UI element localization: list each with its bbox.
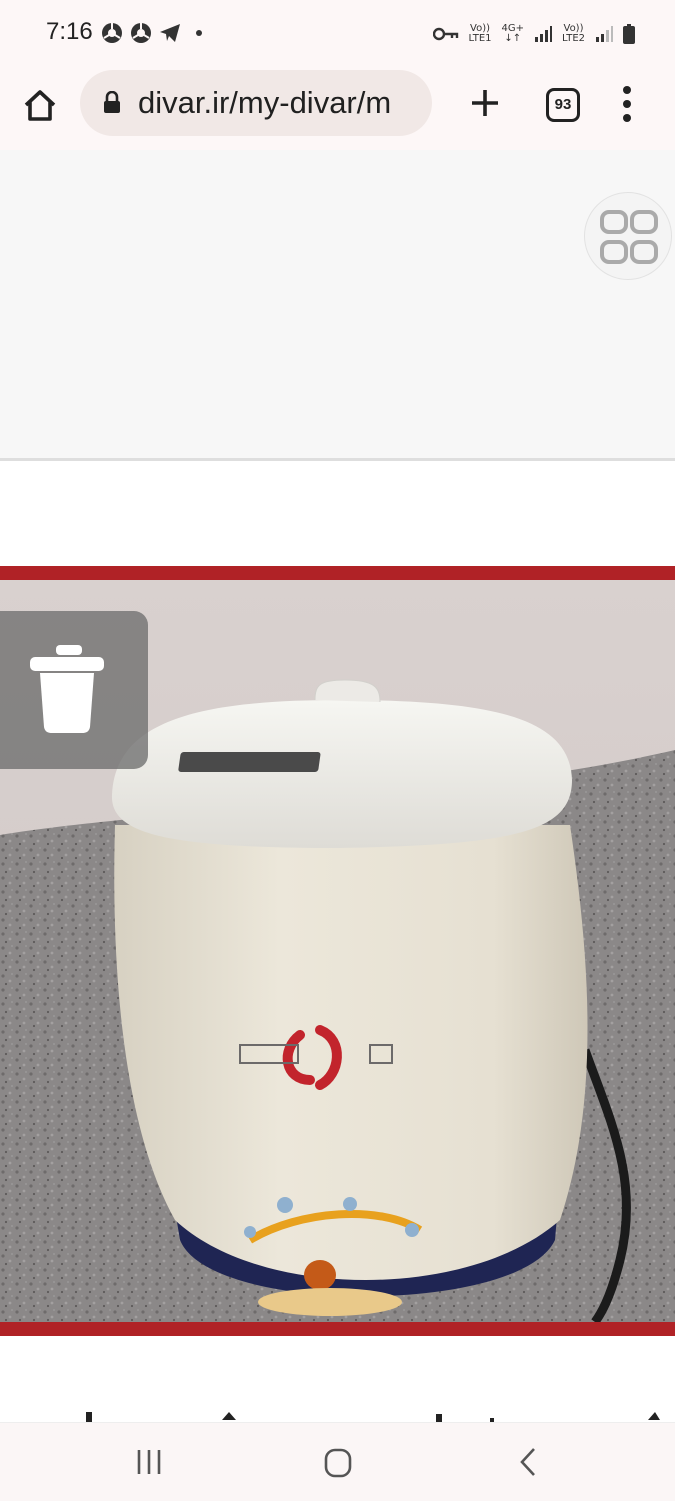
plus-icon[interactable] xyxy=(464,82,506,124)
status-indicators: Vo)) LTE1 4G+ ↓↑ Vo)) LTE2 xyxy=(432,20,635,48)
status-time: 7:16 xyxy=(46,18,93,45)
battery-icon xyxy=(623,24,635,44)
net2-bottom: LTE2 xyxy=(562,33,585,44)
grid-icon xyxy=(600,210,658,264)
browser-toolbar: divar.ir/my-divar/m 93 xyxy=(0,68,675,152)
home-circle-icon[interactable] xyxy=(320,1445,356,1481)
url-text: divar.ir/my-divar/m xyxy=(138,85,392,120)
telegram-icon xyxy=(160,24,180,42)
lock-icon xyxy=(104,91,120,113)
vpn-key-icon xyxy=(432,27,458,41)
cropped-text-row xyxy=(0,1400,675,1422)
network-type: 4G+ ↓↑ xyxy=(502,24,525,44)
grid-menu-button[interactable] xyxy=(584,192,672,280)
recent-apps-icon[interactable] xyxy=(132,1445,166,1479)
cropped-text-glyphs xyxy=(86,1412,660,1422)
trash-icon xyxy=(30,645,104,733)
home-icon[interactable] xyxy=(18,84,62,128)
more-vert-icon[interactable] xyxy=(612,82,642,126)
tab-switcher-button[interactable]: 93 xyxy=(546,88,580,122)
network-lte1: Vo)) LTE1 xyxy=(469,24,492,44)
ad-banner-placeholder xyxy=(0,150,675,461)
signal-icon xyxy=(596,26,613,42)
chrome-icon xyxy=(102,23,122,43)
status-bar: 7:16 Vo)) LTE1 4G+ ↓↑ Vo)) LTE2 xyxy=(0,0,675,68)
network-lte2: Vo)) LTE2 xyxy=(562,24,585,44)
net-type-bottom: ↓↑ xyxy=(504,33,522,44)
chrome-icon xyxy=(131,23,151,43)
system-nav-bar xyxy=(0,1422,675,1501)
net1-bottom: LTE1 xyxy=(468,33,492,44)
back-icon[interactable] xyxy=(512,1445,544,1479)
dot-icon xyxy=(196,30,202,36)
address-bar[interactable]: divar.ir/my-divar/m xyxy=(80,70,432,136)
delete-photo-button[interactable] xyxy=(0,611,148,769)
signal-icon xyxy=(535,26,553,42)
